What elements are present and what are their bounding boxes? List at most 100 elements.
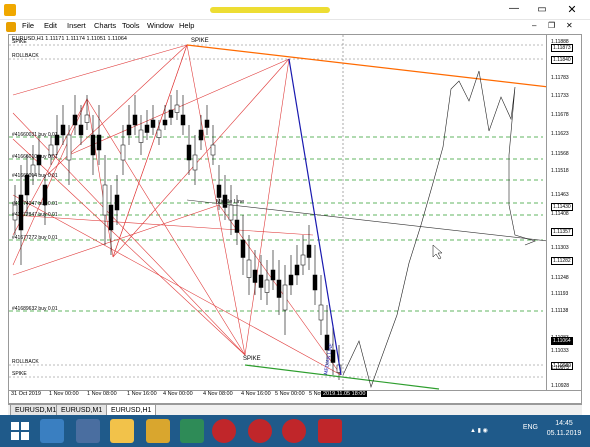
price-tick-label: 1.11303: [551, 245, 569, 251]
clock[interactable]: 14:45 05.11.2019: [544, 419, 584, 439]
windows-start-icon[interactable]: [8, 419, 32, 443]
menu-help[interactable]: Help: [179, 21, 194, 30]
median-blue-lines: [288, 58, 342, 376]
tray-icons[interactable]: ▲ ▮ ◉: [470, 427, 500, 435]
spike-lines: [9, 44, 543, 378]
hline-label-rollback-top: ROLLBACK: [12, 53, 39, 59]
middle-line-label: Middle Line: [216, 199, 244, 205]
price-tick-label: 1.11873: [551, 44, 573, 52]
candle-body: [198, 129, 204, 141]
candle-body: [270, 269, 276, 281]
candle-body: [252, 269, 258, 283]
pinned-app-icon[interactable]: [282, 419, 306, 443]
explorer-icon[interactable]: [40, 419, 64, 443]
candle-body: [78, 124, 84, 136]
child-minimize-icon[interactable]: –: [532, 21, 536, 30]
candle-body: [318, 304, 324, 321]
child-close-icon[interactable]: ✕: [566, 21, 573, 30]
app-icon: [4, 4, 16, 16]
upper-channel-line: [186, 44, 581, 92]
candle-body: [306, 244, 312, 258]
candle-body: [60, 124, 66, 136]
candle-body: [108, 204, 114, 231]
time-tick-label: 1 Nov 16:00: [127, 391, 157, 397]
candle-body: [132, 114, 138, 126]
price-tick-label: 1.10928: [551, 383, 570, 389]
price-tick-label: 1.11623: [551, 131, 569, 137]
order-label: #41660031 buy 0.01: [12, 132, 58, 138]
candle-body: [258, 274, 264, 288]
menu-window[interactable]: Window: [147, 21, 174, 30]
price-tick-label: 1.11248: [551, 275, 569, 281]
taskbar: ▲ ▮ ◉ ENG 14:45 05.11.2019: [0, 415, 590, 447]
menu-insert[interactable]: Insert: [67, 21, 86, 30]
menu-tools[interactable]: Tools: [122, 21, 140, 30]
candle-body: [228, 204, 234, 221]
candle-body: [282, 284, 288, 311]
time-tick-label: 1 Nov 08:00: [87, 391, 117, 397]
mouse-cursor-icon: [432, 244, 443, 260]
title-bar: — ▭ ✕: [0, 0, 590, 20]
pinned-app-icon[interactable]: [248, 419, 272, 443]
candle-body: [174, 104, 180, 113]
spike-top-label: SPIKE: [191, 38, 209, 44]
price-tick-label: 1.10973: [551, 365, 570, 371]
pinned-app-icon[interactable]: [318, 419, 342, 443]
order-label: #41672847 buy 0.01: [12, 212, 58, 218]
network-icon[interactable]: [76, 419, 100, 443]
candle-body: [90, 134, 96, 156]
candle-body: [204, 119, 210, 128]
candle-body: [192, 154, 198, 171]
price-tick-label: 1.11282: [551, 257, 573, 265]
time-tick-label: 31 Oct 2019: [11, 391, 41, 397]
candle-body: [186, 144, 192, 161]
hline-label-rollback-bottom: ROLLBACK: [12, 359, 39, 365]
candle-body: [312, 274, 318, 291]
candle-body: [126, 124, 132, 136]
candle-body: [288, 274, 294, 286]
time-tick-label: 5 Nov 00:00: [275, 391, 305, 397]
price-tick-label: 1.11408: [551, 211, 569, 217]
time-tick-label: 4 Nov 08:00: [203, 391, 233, 397]
candles: [12, 90, 342, 380]
order-label: #41689632 buy 0.01: [12, 306, 58, 312]
candle-body: [240, 239, 246, 258]
spike-bottom-label: SPIKE: [243, 356, 261, 362]
hline-label-spike-bottom: SPIKE: [12, 371, 27, 377]
child-restore-icon[interactable]: ❐: [548, 21, 555, 30]
price-tick-label: 1.11430: [551, 203, 573, 211]
pinned-app-icon[interactable]: [212, 419, 236, 443]
order-label: #41674047 buy 0.01: [12, 201, 58, 207]
candle-body: [96, 134, 102, 151]
price-tick-label: 1.11733: [551, 93, 569, 99]
candle-body: [138, 129, 144, 143]
time-tick-label: 2019.11.05 18:00: [321, 391, 368, 397]
price-tick-label: 1.11783: [551, 75, 569, 81]
chart-canvas[interactable]: SPIKE SPIKE Middle Line MEDIAN LINE: [9, 35, 582, 404]
price-tick-label: 1.11033: [551, 348, 569, 354]
close-icon[interactable]: ✕: [560, 3, 584, 17]
child-window-icon[interactable]: [6, 22, 16, 32]
candle-body: [180, 114, 186, 126]
time-tick-label: 4 Nov 16:00: [241, 391, 271, 397]
app-icon[interactable]: [180, 419, 204, 443]
order-label: #41677272 buy 0.01: [12, 235, 58, 241]
menu-edit[interactable]: Edit: [44, 21, 57, 30]
candle-body: [234, 219, 240, 233]
candle-body: [84, 114, 90, 123]
tools-icon[interactable]: [146, 419, 170, 443]
language-indicator[interactable]: ENG: [523, 424, 538, 431]
candle-body: [216, 184, 222, 198]
menu-charts[interactable]: Charts: [94, 21, 116, 30]
candle-body: [294, 264, 300, 276]
candle-body: [150, 119, 156, 128]
candle-body: [210, 144, 216, 156]
price-tick-label: 1.11568: [551, 151, 569, 157]
folder-icon[interactable]: [110, 419, 134, 443]
menu-file[interactable]: File: [22, 21, 34, 30]
median-line: [186, 199, 581, 246]
minimize-icon[interactable]: —: [504, 4, 524, 15]
price-chart[interactable]: EURUSD,H1 1.11171 1.11174 1.11051 1.1106…: [8, 34, 582, 404]
maximize-icon[interactable]: ▭: [532, 4, 552, 16]
candle-body: [120, 144, 126, 161]
